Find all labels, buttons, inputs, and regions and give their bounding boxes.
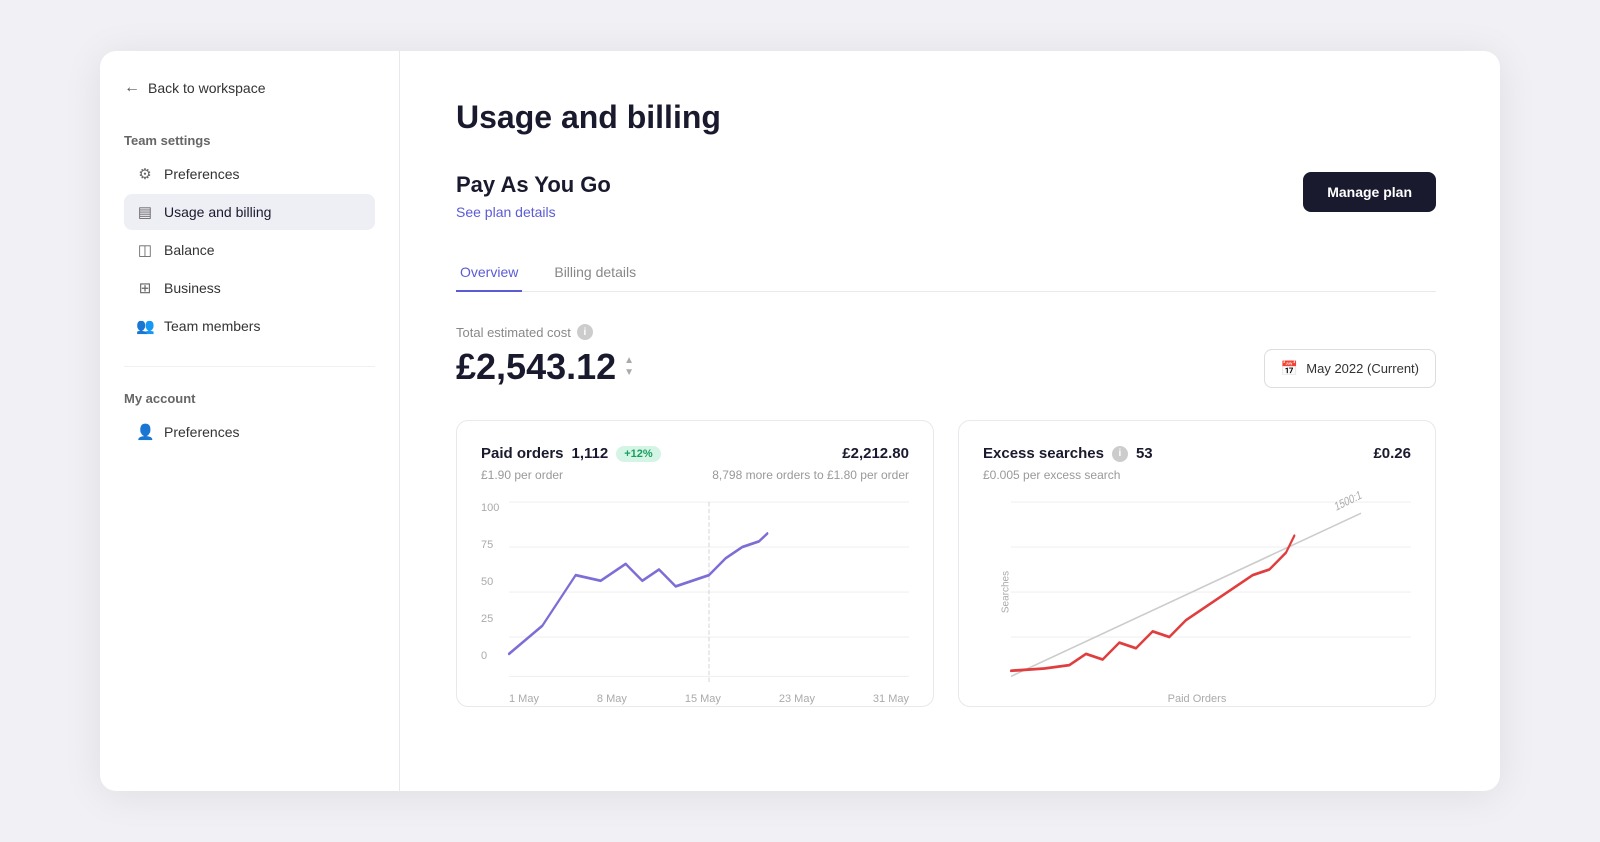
cost-section: Total estimated cost i £2,543.12 ▲ ▼ 📅 M… bbox=[456, 324, 1436, 388]
manage-plan-button[interactable]: Manage plan bbox=[1303, 172, 1436, 212]
sidebar-item-team-members[interactable]: 👥 Team members bbox=[124, 308, 375, 344]
cost-info-icon[interactable]: i bbox=[577, 324, 593, 340]
plan-info: Pay As You Go See plan details bbox=[456, 172, 611, 222]
cost-left: Total estimated cost i £2,543.12 ▲ ▼ bbox=[456, 324, 634, 388]
my-account-title: My account bbox=[124, 391, 375, 406]
excess-searches-card: Excess searches i 53 £0.26 £0.005 per ex… bbox=[958, 420, 1436, 707]
sidebar-item-account-preferences[interactable]: 👤 Preferences bbox=[124, 414, 375, 450]
main-content: Usage and billing Pay As You Go See plan… bbox=[400, 51, 1500, 791]
paid-orders-count: 1,112 bbox=[572, 445, 609, 462]
tabs: Overview Billing details bbox=[456, 254, 1436, 292]
date-picker-button[interactable]: 📅 May 2022 (Current) bbox=[1264, 349, 1436, 388]
tab-overview[interactable]: Overview bbox=[456, 254, 522, 292]
sidebar-item-preferences[interactable]: ⚙ Preferences bbox=[124, 156, 375, 192]
cost-label: Total estimated cost i bbox=[456, 324, 634, 340]
date-picker-label: May 2022 (Current) bbox=[1306, 361, 1419, 376]
svg-text:1500:1: 1500:1 bbox=[1333, 488, 1363, 514]
back-to-workspace-link[interactable]: ← Back to workspace bbox=[100, 51, 399, 121]
plan-details-link[interactable]: See plan details bbox=[456, 204, 556, 220]
billing-icon: ▤ bbox=[136, 203, 154, 221]
paid-orders-card: Paid orders 1,112 +12% £2,212.80 £1.90 p… bbox=[456, 420, 934, 707]
paid-orders-subtitle: £1.90 per order 8,798 more orders to £1.… bbox=[481, 468, 909, 482]
tab-billing-details[interactable]: Billing details bbox=[550, 254, 640, 292]
excess-searches-title-row: Excess searches i 53 bbox=[983, 445, 1153, 462]
plan-name: Pay As You Go bbox=[456, 172, 611, 198]
paid-orders-subtitle-left: £1.90 per order bbox=[481, 468, 563, 482]
sidebar-item-preferences-label: Preferences bbox=[164, 166, 239, 182]
paid-orders-subtitle-right: 8,798 more orders to £1.80 per order bbox=[712, 468, 909, 482]
cost-spinner[interactable]: ▲ ▼ bbox=[624, 356, 634, 378]
paid-orders-x-labels: 1 May 8 May 15 May 23 May 31 May bbox=[481, 687, 909, 705]
back-arrow-icon: ← bbox=[124, 79, 140, 97]
account-icon: 👤 bbox=[136, 423, 154, 441]
sidebar-item-business[interactable]: ⊞ Business bbox=[124, 270, 375, 306]
cards-row: Paid orders 1,112 +12% £2,212.80 £1.90 p… bbox=[456, 420, 1436, 707]
business-icon: ⊞ bbox=[136, 279, 154, 297]
excess-searches-count: 53 bbox=[1136, 445, 1153, 462]
excess-searches-chart-svg: 1500:1 bbox=[1011, 502, 1411, 682]
excess-searches-title: Excess searches bbox=[983, 445, 1104, 462]
paid-orders-y-labels: 100 75 50 25 0 bbox=[481, 502, 499, 682]
plan-section: Pay As You Go See plan details Manage pl… bbox=[456, 172, 1436, 222]
app-container: ← Back to workspace Team settings ⚙ Pref… bbox=[100, 51, 1500, 791]
sidebar-item-business-label: Business bbox=[164, 280, 221, 296]
paid-orders-title-row: Paid orders 1,112 +12% bbox=[481, 445, 661, 462]
searches-y-axis-label: Searches bbox=[1001, 571, 1012, 613]
team-members-icon: 👥 bbox=[136, 317, 154, 335]
excess-searches-subtitle: £0.005 per excess search bbox=[983, 468, 1411, 482]
paid-orders-card-header: Paid orders 1,112 +12% £2,212.80 bbox=[481, 445, 909, 462]
page-title: Usage and billing bbox=[456, 99, 1436, 136]
sidebar-item-usage-billing[interactable]: ▤ Usage and billing bbox=[124, 194, 375, 230]
sidebar: ← Back to workspace Team settings ⚙ Pref… bbox=[100, 51, 400, 791]
excess-searches-amount: £0.26 bbox=[1373, 445, 1411, 462]
calendar-icon: 📅 bbox=[1281, 360, 1298, 377]
paid-orders-chart: 100 75 50 25 0 bbox=[481, 502, 909, 682]
paid-orders-amount: £2,212.80 bbox=[842, 445, 909, 462]
paid-orders-title: Paid orders bbox=[481, 445, 564, 462]
balance-icon: ◫ bbox=[136, 241, 154, 259]
sidebar-item-balance[interactable]: ◫ Balance bbox=[124, 232, 375, 268]
sidebar-divider bbox=[124, 366, 375, 367]
excess-searches-card-header: Excess searches i 53 £0.26 bbox=[983, 445, 1411, 462]
paid-orders-chart-svg bbox=[509, 502, 909, 682]
team-settings-title: Team settings bbox=[124, 133, 375, 148]
sidebar-item-team-members-label: Team members bbox=[164, 318, 260, 334]
my-account-section: My account 👤 Preferences bbox=[100, 379, 399, 460]
gear-icon: ⚙ bbox=[136, 165, 154, 183]
paid-orders-badge: +12% bbox=[616, 446, 660, 462]
excess-searches-subtitle-left: £0.005 per excess search bbox=[983, 468, 1120, 482]
excess-searches-x-labels: Paid Orders bbox=[983, 687, 1411, 705]
team-settings-section: Team settings ⚙ Preferences ▤ Usage and … bbox=[100, 121, 399, 354]
excess-searches-chart: Searches 1500:1 bbox=[983, 502, 1411, 682]
sidebar-item-balance-label: Balance bbox=[164, 242, 215, 258]
cost-amount: £2,543.12 ▲ ▼ bbox=[456, 346, 634, 388]
paid-orders-x-axis-label: Paid Orders bbox=[1168, 693, 1227, 705]
sidebar-item-usage-billing-label: Usage and billing bbox=[164, 204, 271, 220]
back-link-label: Back to workspace bbox=[148, 80, 266, 96]
excess-searches-info-icon[interactable]: i bbox=[1112, 446, 1128, 462]
sidebar-item-account-preferences-label: Preferences bbox=[164, 424, 239, 440]
